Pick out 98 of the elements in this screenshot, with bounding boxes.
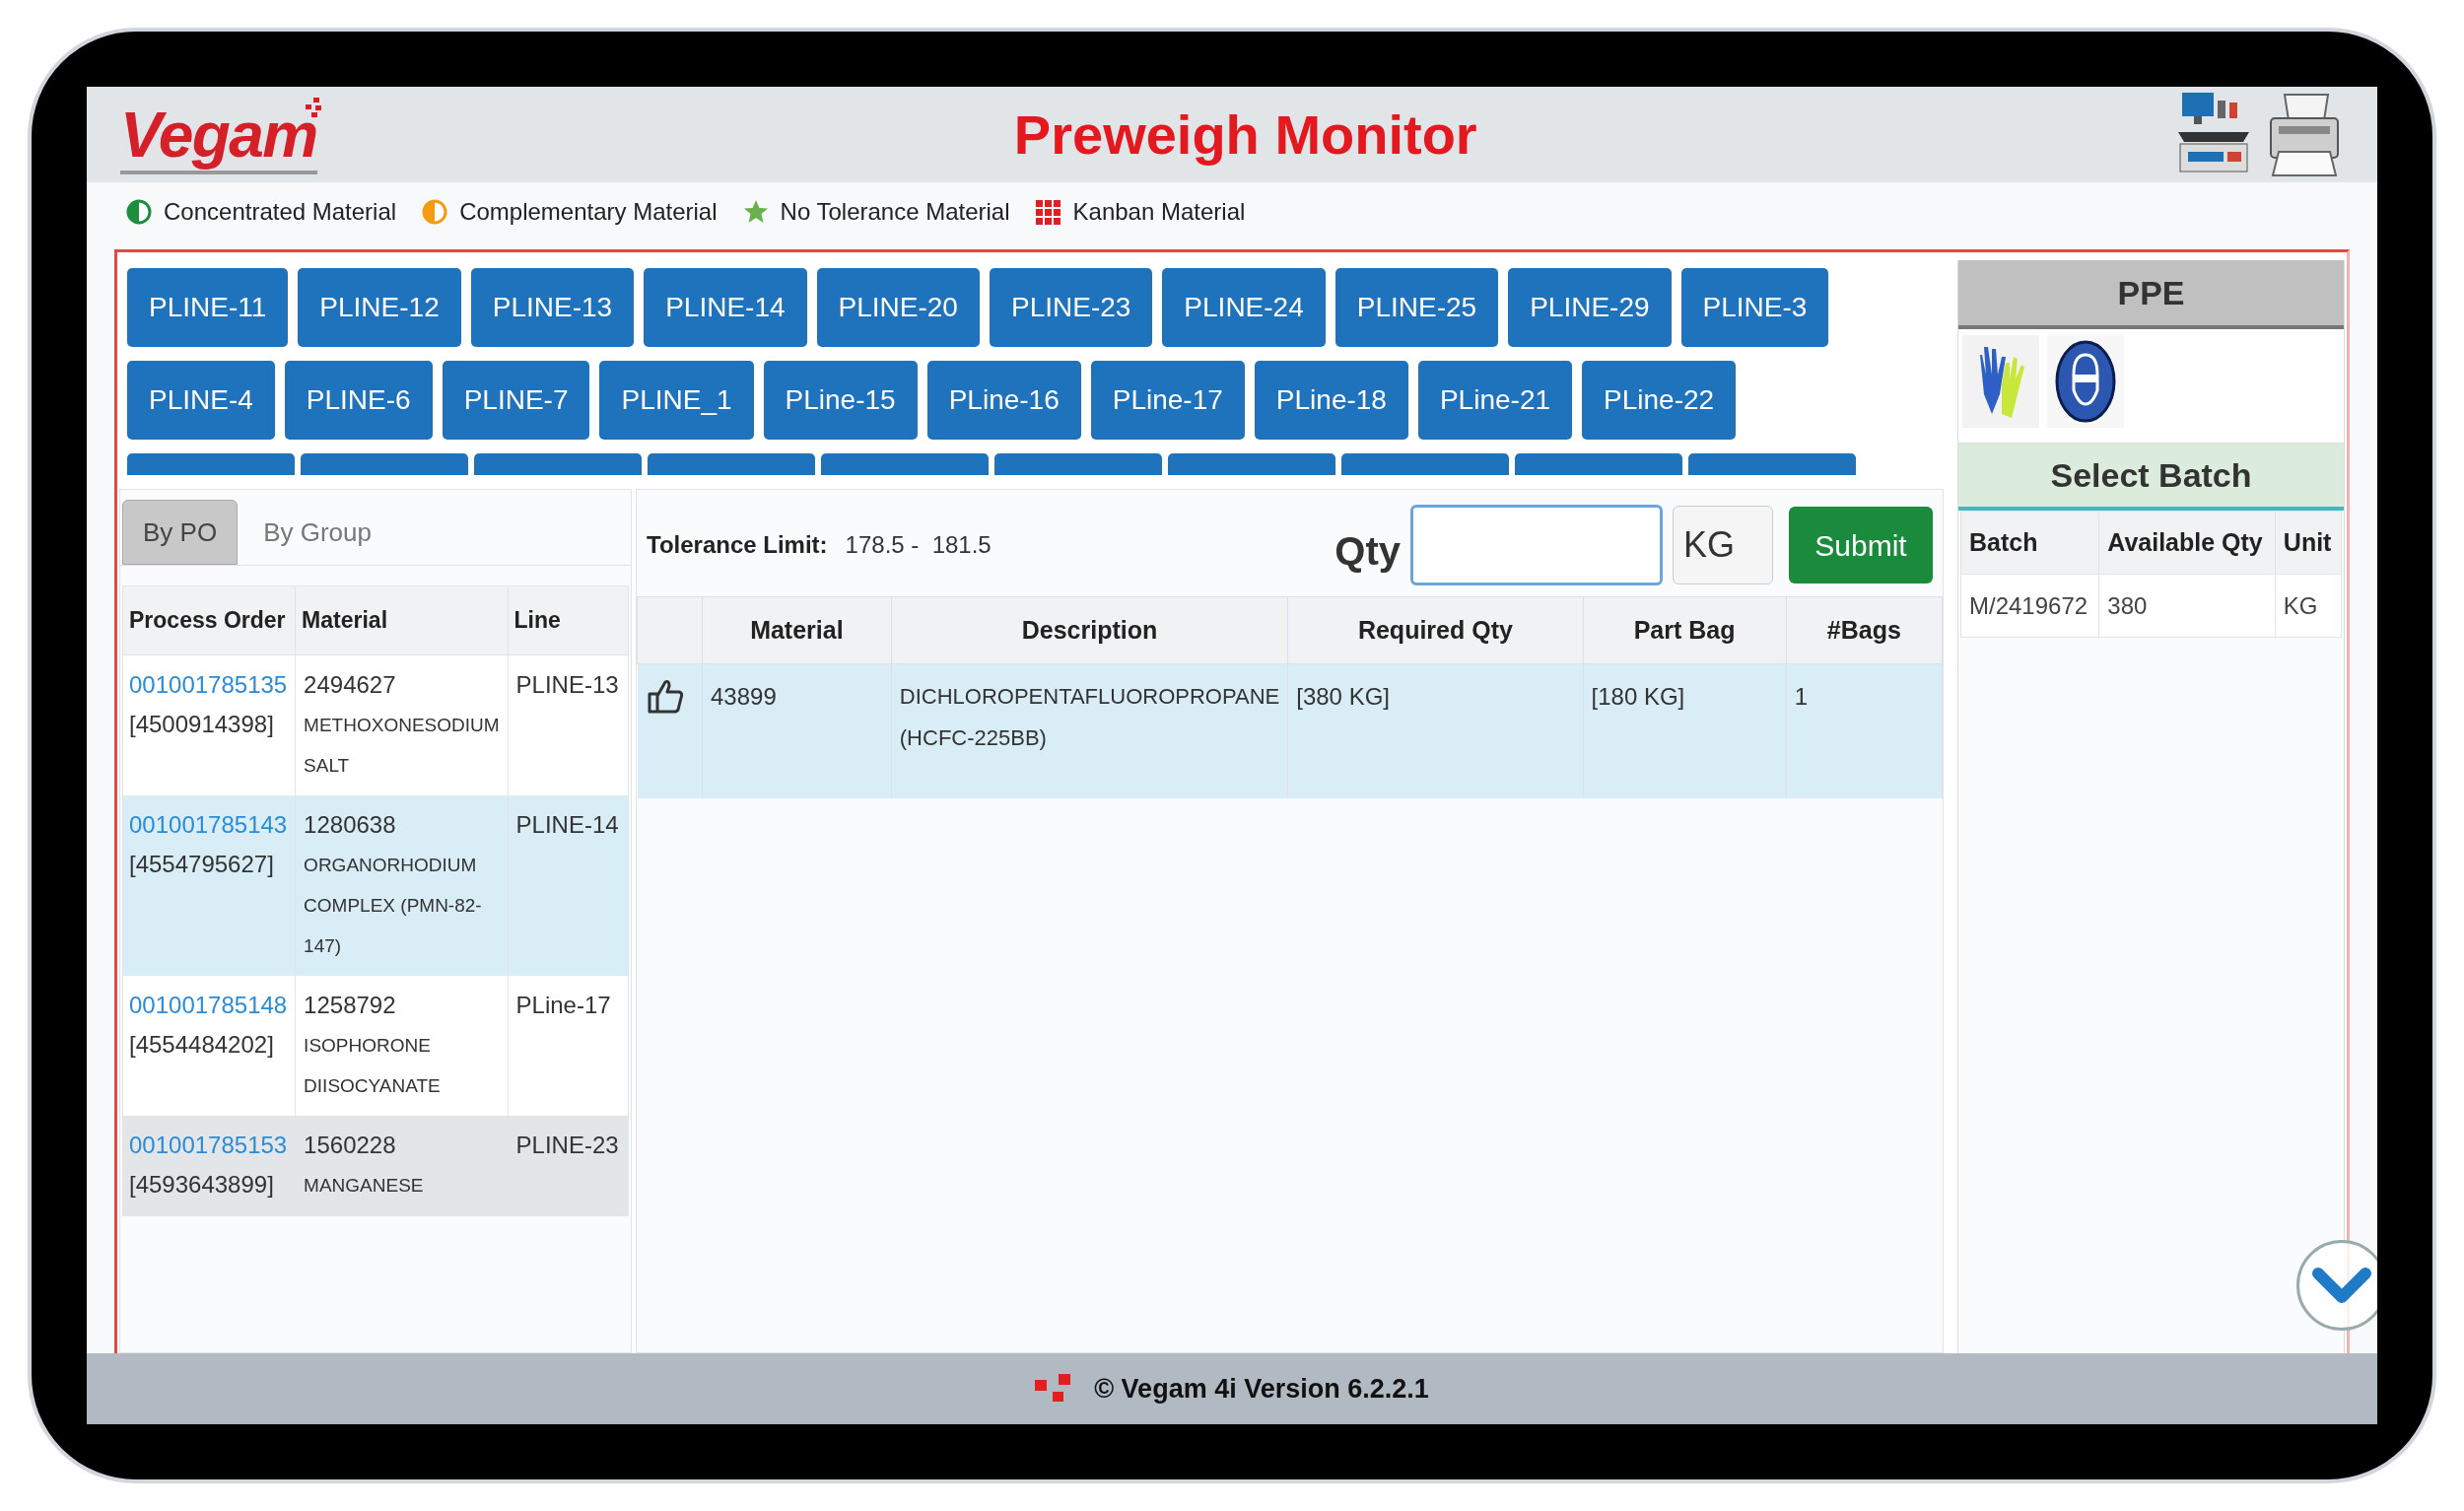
line-button[interactable]: PLINE-23 bbox=[989, 268, 1153, 347]
line-button[interactable]: PLine-21 bbox=[1417, 361, 1573, 440]
order-ref: [4554795627] bbox=[129, 850, 275, 879]
legend-label: No Tolerance Material bbox=[780, 197, 1010, 227]
clipped-button[interactable] bbox=[127, 453, 295, 475]
line-button[interactable]: PLine-18 bbox=[1254, 361, 1408, 440]
line-button[interactable]: PLINE_1 bbox=[599, 361, 754, 440]
tolerance-value: 178.5 - 181.5 bbox=[845, 530, 992, 560]
table-cell[interactable]: 001001785148 [4554484202] bbox=[122, 976, 296, 1116]
column-header: Line bbox=[508, 585, 629, 655]
qty-label: Qty bbox=[1335, 528, 1401, 575]
column-header: Material bbox=[702, 596, 892, 664]
line-button[interactable]: PLine-15 bbox=[763, 361, 918, 440]
clipped-button[interactable] bbox=[301, 453, 468, 475]
column-header: Available Qty bbox=[2098, 511, 2276, 575]
line-cell[interactable]: PLINE-23 bbox=[508, 1116, 629, 1216]
tab[interactable]: By PO bbox=[122, 500, 239, 565]
material-code: 1280638 bbox=[304, 810, 397, 840]
table-cell: KG bbox=[2275, 574, 2342, 638]
line-button[interactable]: PLINE-13 bbox=[470, 268, 635, 347]
tolerance-label: Tolerance Limit: bbox=[647, 530, 828, 560]
tab[interactable]: By Group bbox=[243, 500, 391, 565]
table-cell[interactable]: 2494627 METHOXONESODIUM SALT bbox=[295, 654, 509, 795]
face-shield-icon bbox=[2047, 335, 2124, 428]
order-link[interactable]: 001001785135 bbox=[129, 665, 290, 705]
select-batch-header: Select Batch bbox=[1958, 444, 2344, 511]
table-cell[interactable]: 1280638 ORGANORHODIUM COMPLEX (PMN-82-147) bbox=[295, 795, 509, 976]
line-button[interactable]: PLINE-6 bbox=[284, 361, 433, 440]
submit-button[interactable]: Submit bbox=[1789, 507, 1933, 584]
table-cell: 380 bbox=[2098, 574, 2276, 638]
line-button[interactable]: PLINE-20 bbox=[816, 268, 980, 347]
table-cell[interactable]: 1560228 MANGANESE bbox=[295, 1116, 509, 1216]
column-header: Unit bbox=[2275, 511, 2342, 575]
column-header: Batch bbox=[1960, 511, 2099, 575]
line-button[interactable]: PLINE-12 bbox=[298, 268, 461, 347]
line-button[interactable]: PLINE-7 bbox=[442, 361, 590, 440]
clipped-button[interactable] bbox=[648, 453, 815, 475]
order-ref: [4554484202] bbox=[129, 1030, 275, 1060]
material-code: 1258792 bbox=[304, 991, 397, 1020]
version-text: © Vegam 4i Version 6.2.2.1 bbox=[1094, 1372, 1429, 1406]
table-cell[interactable]: [380 KG] bbox=[1287, 663, 1584, 798]
column-header: Part Bag bbox=[1583, 596, 1787, 664]
legend-label: Concentrated Material bbox=[164, 197, 397, 227]
line-button[interactable]: PLine-22 bbox=[1582, 361, 1737, 440]
order-link[interactable]: 001001785148 bbox=[129, 986, 290, 1025]
table-cell: M/2419672 bbox=[1960, 574, 2099, 638]
clipped-button[interactable] bbox=[1168, 453, 1335, 475]
qty-input[interactable] bbox=[1410, 505, 1663, 585]
line-cell[interactable]: PLine-17 bbox=[508, 976, 629, 1116]
squares-icon bbox=[1035, 1374, 1073, 1404]
table-cell[interactable]: DICHLOROPENTAFLUOROPROPANE (HCFC-225BB) bbox=[891, 663, 1288, 798]
table-cell[interactable]: 001001785143 [4554795627] bbox=[122, 795, 296, 976]
table-cell[interactable] bbox=[637, 663, 703, 798]
line-button[interactable]: PLine-17 bbox=[1090, 361, 1245, 440]
clipped-button[interactable] bbox=[1341, 453, 1509, 475]
clipped-button[interactable] bbox=[994, 453, 1162, 475]
line-button[interactable]: PLINE-29 bbox=[1508, 268, 1672, 347]
legend-label: Kanban Material bbox=[1072, 197, 1246, 227]
column-header: #Bags bbox=[1786, 596, 1943, 664]
material-code: 2494627 bbox=[304, 670, 397, 700]
material-code: 1560228 bbox=[304, 1131, 397, 1160]
page-title: Preweigh Monitor bbox=[1013, 102, 1477, 168]
table-cell[interactable]: 1258792 ISOPHORONE DIISOCYANATE bbox=[295, 976, 509, 1116]
column-header: Process Order bbox=[122, 585, 296, 655]
table-cell[interactable]: 43899 bbox=[702, 663, 892, 798]
table-cell[interactable]: 001001785153 [4593643899] bbox=[122, 1116, 296, 1216]
order-ref: [4593643899] bbox=[129, 1170, 275, 1200]
line-button[interactable]: PLINE-24 bbox=[1162, 268, 1326, 347]
line-button[interactable]: PLine-16 bbox=[926, 361, 1081, 440]
clipped-button[interactable] bbox=[1515, 453, 1682, 475]
material-name: METHOXONESODIUM SALT bbox=[304, 714, 500, 778]
order-link[interactable]: 001001785143 bbox=[129, 805, 290, 845]
material-name: MANGANESE bbox=[304, 1174, 425, 1198]
clipped-button[interactable] bbox=[1688, 453, 1856, 475]
legend-label: Complementary Material bbox=[459, 197, 718, 227]
line-button[interactable]: PLINE-4 bbox=[127, 361, 275, 440]
line-button[interactable]: PLINE-11 bbox=[127, 268, 289, 347]
line-cell[interactable]: PLINE-14 bbox=[508, 795, 629, 976]
line-cell[interactable]: PLINE-13 bbox=[508, 654, 629, 795]
table-cell[interactable]: [180 KG] bbox=[1583, 663, 1787, 798]
column-header: Material bbox=[295, 585, 509, 655]
line-button[interactable]: PLINE-3 bbox=[1680, 268, 1829, 347]
column-header: Description bbox=[891, 596, 1288, 664]
clipped-button[interactable] bbox=[474, 453, 642, 475]
order-ref: [4500914398] bbox=[129, 710, 275, 739]
table-cell[interactable]: 1 bbox=[1786, 663, 1943, 798]
material-name: ISOPHORONE DIISOCYANATE bbox=[304, 1034, 442, 1098]
line-button[interactable]: PLINE-25 bbox=[1335, 268, 1499, 347]
order-link[interactable]: 001001785153 bbox=[129, 1126, 290, 1165]
unit-field[interactable]: KG bbox=[1673, 506, 1773, 584]
column-header: Required Qty bbox=[1287, 596, 1584, 664]
table-cell[interactable]: 001001785135 [4500914398] bbox=[122, 654, 296, 795]
chevron-down-icon bbox=[2312, 1266, 2371, 1305]
gloves-icon bbox=[1962, 335, 2039, 428]
material-name: ORGANORHODIUM COMPLEX (PMN-82-147) bbox=[304, 854, 483, 958]
line-button[interactable]: PLINE-14 bbox=[644, 268, 807, 347]
ppe-header: PPE bbox=[1958, 260, 2344, 329]
clipped-button[interactable] bbox=[821, 453, 989, 475]
